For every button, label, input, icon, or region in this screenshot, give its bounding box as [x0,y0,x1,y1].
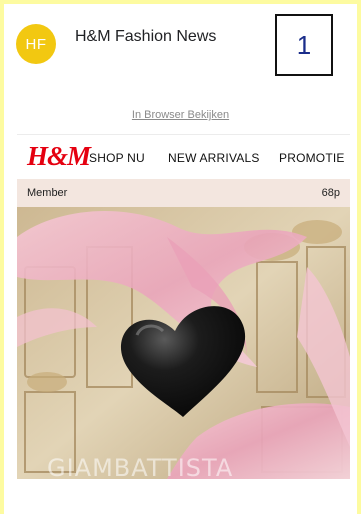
nav-shop-nu[interactable]: SHOP NU [89,151,145,165]
hm-logo[interactable]: H&M [27,141,91,172]
brand-nav: H&M SHOP NU NEW ARRIVALS PROMOTIE [17,134,350,178]
member-points: 68p [321,187,340,199]
sender-header: HF H&M Fashion News 1 [4,4,357,104]
hero-caption: GIAMBATTISTA [47,454,234,482]
avatar-initials: HF [25,35,47,53]
nav-promotie[interactable]: PROMOTIE [279,151,345,165]
step-index-badge: 1 [275,14,333,76]
sender-name: H&M Fashion News [75,28,217,45]
email-view: HF H&M Fashion News 1 In Browser Bekijke… [4,4,357,514]
nav-new-arrivals[interactable]: NEW ARRIVALS [168,151,260,165]
view-in-browser-link[interactable]: In Browser Bekijken [4,109,357,121]
member-label: Member [27,187,68,199]
sender-avatar: HF [16,24,56,64]
hero-illustration [17,207,350,479]
hero-banner-image[interactable] [17,207,350,479]
member-bar: Member 68p [17,179,350,207]
